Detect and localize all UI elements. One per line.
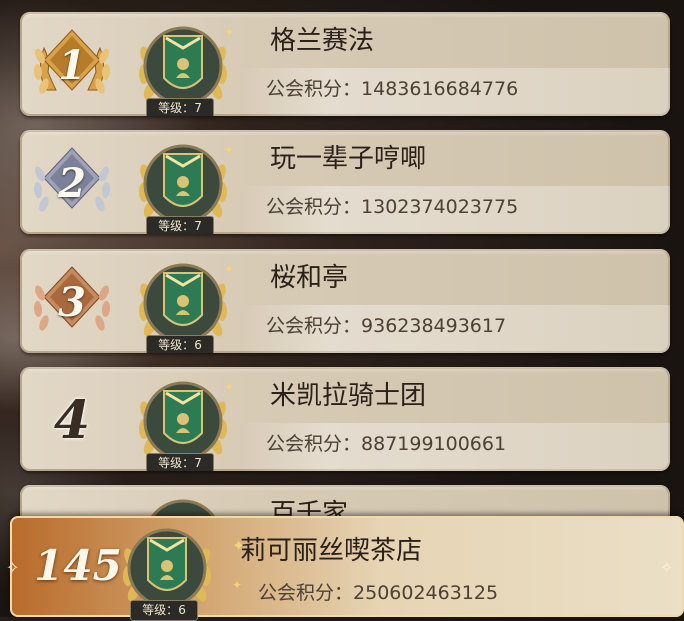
ranking-row-4[interactable]: 4 ✦ 等级：7 米凯拉骑士团 公会积分：887199100661: [20, 367, 670, 471]
right-ornament-icon: ✧: [660, 558, 674, 577]
ranking-row-1[interactable]: 1 ✦ 等级：7 格兰赛法 公会积分：1483616684776: [20, 12, 670, 116]
svg-text:✦: ✦: [224, 25, 234, 39]
guild-emblem-icon: 等级：6: [108, 518, 226, 621]
guild-level-badge: 等级：6: [130, 600, 198, 621]
guild-emblem-icon: ✦ 等级：7: [124, 134, 242, 234]
rank-number: 1: [58, 41, 86, 89]
my-guild-name: 莉可丽丝喫茶店: [240, 536, 423, 566]
rank-medal-bronze: 3: [26, 257, 118, 347]
guild-emblem-icon: ✦ 等级：7: [124, 16, 242, 116]
guild-emblem-icon: ✦ 等级：6: [124, 253, 242, 353]
svg-text:✦: ✦: [224, 262, 234, 276]
rank-number: 3: [58, 278, 86, 326]
svg-text:✦: ✦: [224, 143, 234, 157]
guild-emblem-icon: ✦ 等级：7: [124, 371, 242, 471]
svg-text:✦: ✦: [224, 380, 234, 394]
my-guild-row[interactable]: ✧ ✧ 145 等级：6 ✦ ✦ 莉可丽丝喫茶店 公会积分：2506024631…: [6, 516, 684, 621]
guild-level-badge: 等级：7: [146, 98, 214, 116]
ranking-row-3[interactable]: 3 ✦ 等级：6 桜和亭 公会积分：936238493617: [20, 249, 670, 353]
guild-name: 米凯拉骑士团: [270, 381, 427, 411]
guild-points: 公会积分：887199100661: [266, 433, 507, 455]
guild-points: 公会积分：1302374023775: [266, 196, 519, 218]
ranking-row-2[interactable]: 2 ✦ 等级：7 玩一辈子哼唧 公会积分：1302374023775: [20, 130, 670, 234]
sparkle-icon: ✦: [232, 578, 243, 592]
guild-name: 桜和亭: [270, 263, 349, 293]
guild-name: 玩一辈子哼唧: [270, 144, 427, 174]
guild-points: 公会积分：936238493617: [266, 315, 507, 337]
guild-level-badge: 等级：7: [146, 453, 214, 471]
guild-points: 公会积分：1483616684776: [266, 78, 519, 100]
rank-medal-silver: 2: [26, 138, 118, 228]
rank-number: 4: [53, 389, 91, 451]
guild-name: 格兰赛法: [270, 26, 375, 56]
my-guild-points: 公会积分：250602463125: [258, 582, 499, 604]
guild-level-badge: 等级：6: [146, 335, 214, 353]
left-ornament-icon: ✧: [6, 558, 20, 577]
rank-medal-gold: 1: [26, 20, 118, 110]
guild-level-badge: 等级：7: [146, 216, 214, 234]
rank-number: 2: [58, 159, 86, 207]
